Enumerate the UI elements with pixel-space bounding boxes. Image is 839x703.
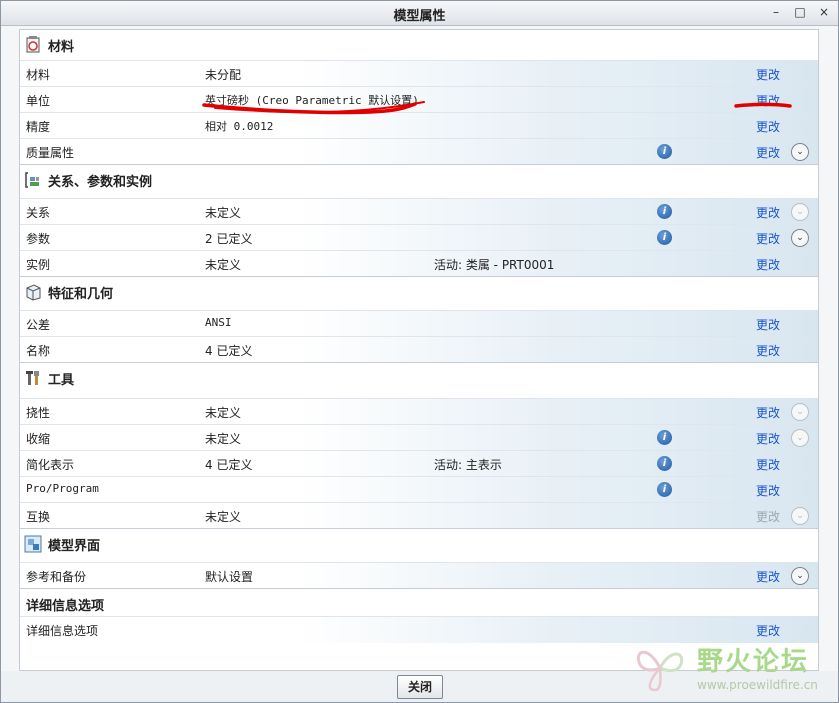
section-relations: 关系、参数和实例 — [20, 164, 818, 195]
row-label: 公差 — [26, 318, 51, 332]
row-label: 质量属性 — [26, 146, 75, 160]
section-title-interface: 模型界面 — [48, 538, 101, 554]
chevron-down-icon[interactable]: ⌄ — [791, 229, 809, 247]
row-value: 未定义 — [205, 510, 242, 524]
section-interface: 模型界面 — [20, 528, 818, 559]
row-value: ANSI — [205, 316, 232, 329]
interface-icon — [24, 535, 42, 553]
row-value: 2 已定义 — [205, 232, 253, 246]
forum-watermark: 野火论坛 www.proewildfire.cn — [627, 636, 832, 698]
row-mass-properties: 质量属性 i 更改 ⌄ — [20, 138, 818, 165]
row-label: 详细信息选项 — [26, 624, 99, 638]
section-tools: 工具 — [20, 362, 818, 393]
row-value: 未定义 — [205, 206, 242, 220]
chevron-down-icon[interactable]: ⌄ — [791, 567, 809, 585]
chevron-down-icon: ⌄ — [791, 507, 809, 525]
watermark-url: www.proewildfire.cn — [697, 678, 818, 692]
row-label: 参考和备份 — [26, 570, 87, 584]
section-title-detail: 详细信息选项 — [26, 598, 105, 614]
chevron-down-icon[interactable]: ⌄ — [791, 143, 809, 161]
features-icon — [24, 283, 42, 301]
info-icon[interactable]: i — [657, 230, 672, 245]
section-title-tools: 工具 — [48, 372, 75, 388]
row-label: Pro/Program — [26, 482, 99, 495]
change-mass-link[interactable]: 更改 — [756, 144, 780, 161]
row-value: 默认设置 — [205, 570, 254, 584]
chevron-down-icon: ⌄ — [791, 203, 809, 221]
minimize-button[interactable]: – — [770, 5, 782, 19]
change-shrink-link[interactable]: 更改 — [756, 430, 780, 447]
row-extra: 活动: 类属 - PRT0001 — [434, 258, 555, 272]
info-icon[interactable]: i — [657, 144, 672, 159]
relations-icon — [24, 171, 42, 189]
chevron-down-icon: ⌄ — [791, 403, 809, 421]
row-flexibility: 挠性 未定义 更改 ⌄ — [20, 398, 818, 425]
row-extra: 活动: 主表示 — [434, 458, 502, 472]
row-label: 参数 — [26, 232, 51, 246]
row-value: 未定义 — [205, 406, 242, 420]
row-label: 名称 — [26, 344, 51, 358]
section-title-features: 特征和几何 — [48, 286, 114, 302]
close-button[interactable]: 关闭 — [397, 675, 443, 699]
row-ref-backup: 参考和备份 默认设置 更改 ⌄ — [20, 562, 818, 589]
change-parameters-link[interactable]: 更改 — [756, 230, 780, 247]
model-properties-window: 模型属性 – □ × 材料 材料 未分配 更改 单位 英寸磅秒 (Creo Pa… — [0, 0, 839, 703]
row-parameters: 参数 2 已定义 i 更改 ⌄ — [20, 224, 818, 251]
row-relations: 关系 未定义 i 更改 ⌄ — [20, 198, 818, 225]
chevron-down-icon: ⌄ — [791, 429, 809, 447]
watermark-title: 野火论坛 — [697, 647, 810, 677]
info-icon[interactable]: i — [657, 430, 672, 445]
tools-icon — [24, 369, 42, 387]
butterfly-logo-icon — [636, 650, 684, 692]
row-value: 4 已定义 — [205, 344, 253, 358]
change-relations-link[interactable]: 更改 — [756, 204, 780, 221]
row-label: 关系 — [26, 206, 51, 220]
change-interchange-link: 更改 — [756, 510, 781, 524]
row-label: 简化表示 — [26, 458, 75, 472]
window-title: 模型属性 — [393, 9, 446, 24]
change-instance-link[interactable]: 更改 — [756, 256, 780, 273]
row-shrink: 收缩 未定义 i 更改 ⌄ — [20, 424, 818, 451]
row-label: 收缩 — [26, 432, 51, 446]
maximize-button[interactable]: □ — [794, 5, 806, 19]
row-label: 互换 — [26, 510, 51, 524]
row-tolerance: 公差 ANSI 更改 — [20, 310, 818, 337]
info-icon[interactable]: i — [657, 456, 672, 471]
row-label: 挠性 — [26, 406, 51, 420]
row-pro-program: Pro/Program i 更改 — [20, 476, 818, 503]
change-proprogram-link[interactable]: 更改 — [756, 482, 780, 499]
row-name: 名称 4 已定义 更改 — [20, 336, 818, 363]
properties-panel: 材料 材料 未分配 更改 单位 英寸磅秒 (Creo Parametric 默认… — [19, 29, 819, 671]
change-simplified-link[interactable]: 更改 — [756, 456, 780, 473]
info-icon[interactable]: i — [657, 204, 672, 219]
section-title-relations: 关系、参数和实例 — [48, 174, 153, 190]
row-value: 未定义 — [205, 432, 242, 446]
change-name-link[interactable]: 更改 — [756, 342, 780, 359]
change-flexibility-link[interactable]: 更改 — [756, 404, 780, 421]
change-refbackup-link[interactable]: 更改 — [756, 568, 780, 585]
close-window-button[interactable]: × — [818, 5, 830, 19]
row-interchange: 互换 未定义 更改 ⌄ — [20, 502, 818, 529]
section-features: 特征和几何 — [20, 276, 818, 307]
title-bar: 模型属性 – □ × — [1, 1, 838, 26]
info-icon[interactable]: i — [657, 482, 672, 497]
red-underline-annotation — [202, 101, 792, 115]
section-detail: 详细信息选项 — [20, 588, 818, 619]
row-label: 实例 — [26, 258, 51, 272]
row-simplified-rep: 简化表示 4 已定义 活动: 主表示 i 更改 — [20, 450, 818, 477]
change-tolerance-link[interactable]: 更改 — [756, 316, 780, 333]
row-value: 4 已定义 — [205, 458, 253, 472]
row-value: 未定义 — [205, 258, 242, 272]
row-instance: 实例 未定义 活动: 类属 - PRT0001 更改 — [20, 250, 818, 277]
